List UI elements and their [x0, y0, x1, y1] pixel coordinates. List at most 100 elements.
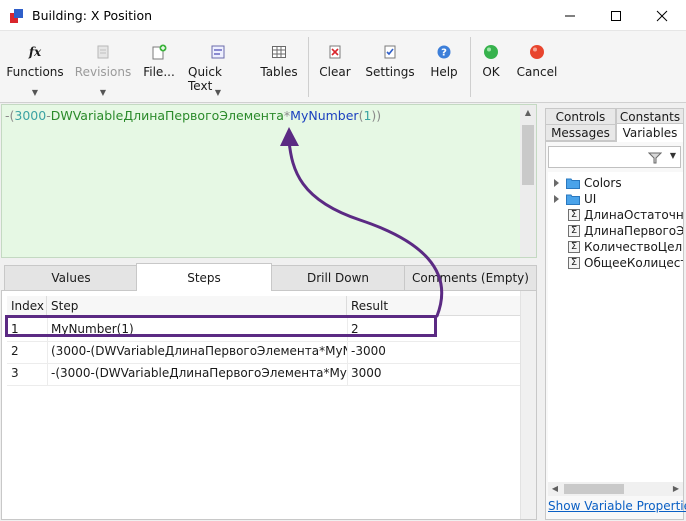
app-icon [10, 9, 23, 23]
settings-button[interactable]: Settings [364, 31, 416, 103]
grid-scrollbar[interactable] [520, 291, 536, 519]
minimize-button[interactable] [547, 0, 593, 31]
cell-index: 2 [11, 344, 19, 358]
tree-item-label: КоличествоЦелы [584, 240, 683, 254]
add-file-icon [150, 43, 168, 61]
chevron-down-icon[interactable]: ▼ [670, 151, 676, 160]
revisions-icon [94, 43, 112, 61]
tree-horizontal-scrollbar[interactable]: ◀ ▶ [548, 482, 683, 496]
grid-header: Index Step Result [7, 296, 520, 316]
cell-result: 2 [351, 322, 359, 336]
settings-label: Settings [365, 65, 415, 79]
cell-step: MyNumber(1) [51, 322, 134, 336]
scroll-left-icon[interactable]: ◀ [548, 482, 562, 496]
show-variable-properties-link[interactable]: Show Variable Properties [548, 499, 686, 513]
scroll-right-icon[interactable]: ▶ [669, 482, 683, 496]
folder-icon [566, 178, 580, 189]
tab-messages[interactable]: Messages [545, 124, 616, 141]
functions-button[interactable]: fx Functions ▼ [6, 31, 64, 103]
cancel-label: Cancel [516, 65, 558, 79]
formula-token: )) [371, 108, 382, 123]
cell-result: 3000 [351, 366, 382, 380]
functions-label: Functions [6, 65, 64, 79]
tree-item-label: ДлинаПервогоЭл [584, 224, 683, 238]
steps-grid: Index Step Result 1 MyNumber(1) 2 2 (300… [1, 290, 537, 520]
close-icon [656, 10, 668, 21]
sigma-variable-icon: Σ [568, 225, 580, 237]
variables-panel: ▼ Colors UI Σ ДлинаОстаточно Σ ДлинаПерв… [545, 141, 686, 520]
cell-step: -(3000-(DWVariableДлинаПервогоЭлемента*M… [51, 366, 347, 380]
file-label: File... [143, 65, 175, 79]
window-title: Building: X Position [32, 8, 153, 23]
side-panel: Controls Constants Messages Variables ▼ … [543, 108, 686, 520]
column-header-result[interactable]: Result [347, 296, 520, 316]
clear-label: Clear [319, 65, 351, 79]
tab-comments[interactable]: Comments (Empty) [404, 265, 537, 290]
expand-arrow-icon[interactable] [554, 195, 559, 203]
variable-filter-box[interactable]: ▼ [548, 146, 681, 168]
toolbar-separator [470, 37, 471, 97]
quick-text-icon [209, 43, 227, 61]
chevron-down-icon: ▼ [214, 88, 222, 97]
tree-item-label: UI [584, 192, 597, 206]
column-header-index[interactable]: Index [7, 296, 47, 316]
ok-green-circle-icon [482, 43, 500, 61]
file-button[interactable]: File... [140, 31, 178, 103]
column-header-step[interactable]: Step [47, 296, 347, 316]
ok-label: OK [482, 65, 500, 79]
maximize-button[interactable] [593, 0, 639, 31]
scroll-thumb[interactable] [564, 484, 624, 494]
editor-scrollbar[interactable]: ▲ [520, 105, 536, 257]
svg-text:?: ? [441, 48, 447, 59]
sigma-variable-icon: Σ [568, 257, 580, 269]
bottom-tab-strip: Values Steps Drill Down Comments (Empty) [1, 263, 537, 291]
tab-steps[interactable]: Steps [136, 263, 272, 291]
cell-index: 1 [11, 322, 19, 336]
cell-result: -3000 [351, 344, 386, 358]
table-icon [270, 43, 288, 61]
tables-button[interactable]: Tables [258, 31, 300, 103]
filter-funnel-icon[interactable] [648, 151, 662, 165]
scroll-up-icon[interactable]: ▲ [520, 105, 536, 121]
scroll-thumb[interactable] [522, 125, 534, 185]
cancel-button[interactable]: Cancel [516, 31, 558, 103]
maximize-icon [611, 10, 621, 21]
formula-token: 3000 [14, 108, 47, 123]
sigma-variable-icon: Σ [568, 209, 580, 221]
function-fx-icon: fx [28, 45, 42, 59]
help-label: Help [430, 65, 458, 79]
formula-token: DWVariableДлинаПервогоЭлемента [50, 108, 284, 123]
formula-token: MyNumber [290, 108, 359, 123]
sigma-variable-icon: Σ [568, 241, 580, 253]
tables-label: Tables [260, 65, 298, 79]
tab-drill-down[interactable]: Drill Down [270, 265, 406, 290]
clear-icon [326, 43, 344, 61]
tree-item-label: ОбщееКолицест [584, 256, 683, 270]
folder-icon [566, 194, 580, 205]
tab-variables[interactable]: Variables [616, 123, 684, 142]
cancel-red-circle-icon [528, 43, 546, 61]
expand-arrow-icon[interactable] [554, 179, 559, 187]
formula-text[interactable]: -(3000-DWVariableДлинаПервогоЭлемента*My… [5, 108, 381, 123]
cell-index: 3 [11, 366, 19, 380]
tab-values[interactable]: Values [4, 265, 138, 290]
settings-checklist-icon [381, 43, 399, 61]
close-button[interactable] [639, 0, 685, 31]
toolbar: fx Functions ▼ Revisions ▼ File... Quick… [0, 31, 686, 103]
table-row[interactable]: 3 -(3000-(DWVariableДлинаПервогоЭлемента… [7, 360, 520, 386]
formula-editor[interactable]: -(3000-DWVariableДлинаПервогоЭлемента*My… [1, 104, 537, 258]
tab-controls[interactable]: Controls [545, 108, 616, 125]
help-button[interactable]: ? Help [426, 31, 462, 103]
tree-item-label: ДлинаОстаточно [584, 208, 683, 222]
variables-tree: Colors UI Σ ДлинаОстаточно Σ ДлинаПервог… [548, 172, 683, 482]
clear-button[interactable]: Clear [316, 31, 354, 103]
tree-item-label: Colors [584, 176, 622, 190]
chevron-down-icon: ▼ [99, 88, 107, 97]
cell-step: (3000-(DWVariableДлинаПервогоЭлемента*My… [51, 344, 347, 358]
revisions-label: Revisions [74, 65, 132, 79]
ok-button[interactable]: OK [474, 31, 508, 103]
help-icon: ? [435, 43, 453, 61]
quick-text-button[interactable]: Quick Text ▼ [188, 31, 248, 103]
toolbar-separator [308, 37, 309, 97]
formula-token: -( [5, 108, 15, 123]
